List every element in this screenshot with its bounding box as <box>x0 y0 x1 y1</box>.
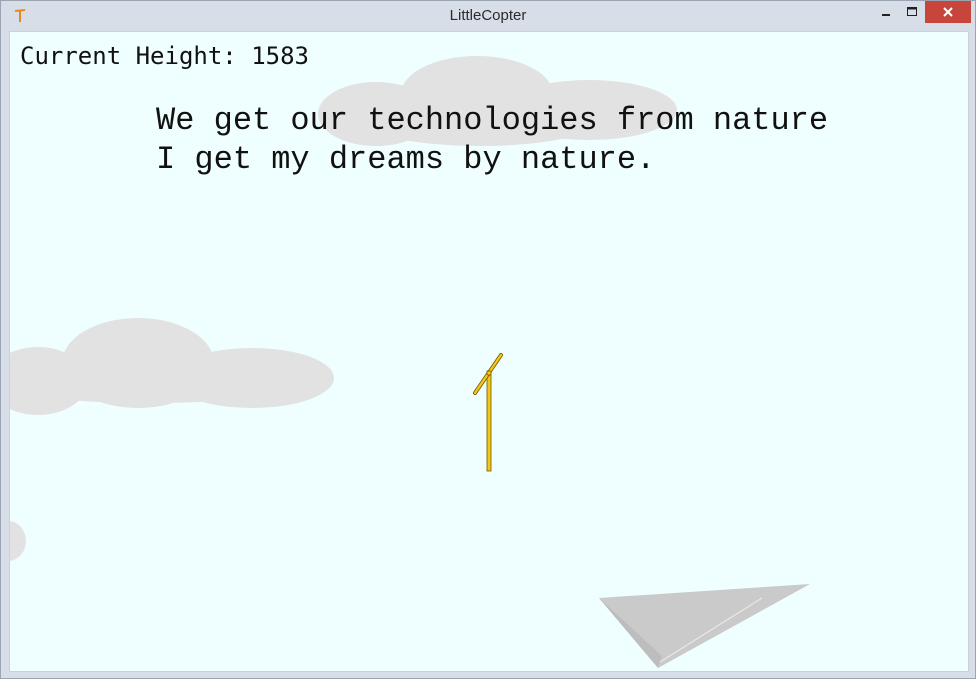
copter <box>473 353 503 472</box>
cloud-small-edge <box>10 521 26 561</box>
quote-line-2: I get my dreams by nature. <box>156 141 656 178</box>
close-button[interactable] <box>925 1 971 23</box>
cloud-left <box>10 318 334 415</box>
window-title: LittleCopter <box>449 7 527 24</box>
title-bar[interactable]: LittleCopter <box>1 1 975 31</box>
close-icon <box>943 7 953 17</box>
height-label: Current Height: <box>20 42 237 70</box>
height-value: 1583 <box>251 42 309 70</box>
app-window: LittleCopter Current Height: 1583 We get… <box>0 0 976 679</box>
height-readout: Current Height: 1583 <box>20 42 309 70</box>
copter-app-icon <box>14 9 26 22</box>
maximize-icon <box>907 7 917 16</box>
minimize-button[interactable] <box>873 1 899 23</box>
game-canvas[interactable]: Current Height: 1583 We get our technolo… <box>9 31 969 672</box>
quote-line-1: We get our technologies from nature <box>156 102 829 139</box>
minimize-icon <box>882 14 890 16</box>
maximize-button[interactable] <box>899 1 925 23</box>
paper-plane <box>599 584 810 668</box>
